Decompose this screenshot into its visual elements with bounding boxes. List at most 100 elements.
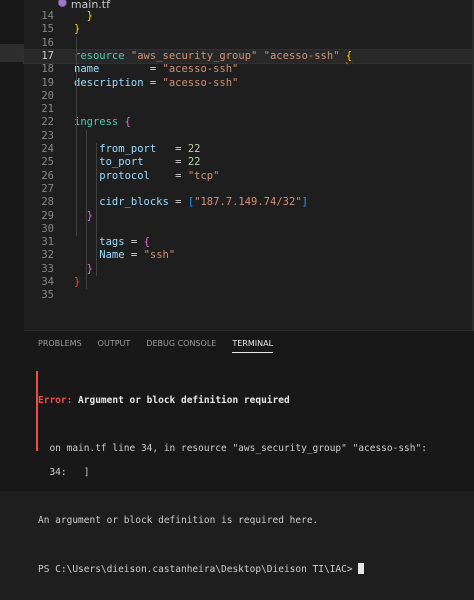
line-number: 25 — [41, 156, 54, 169]
indent-guide — [96, 143, 97, 276]
line-number: 29 — [41, 209, 54, 222]
code-line[interactable]: 17 resource "aws_security_group" "acesso-… — [23, 48, 474, 64]
code-token: = — [175, 196, 188, 209]
code-line[interactable]: 18 name = "acesso-ssh" — [24, 63, 474, 76]
line-number: 31 — [41, 236, 54, 249]
code-token: ] — [301, 196, 308, 209]
code-line[interactable]: 32 Name = "ssh" — [24, 249, 474, 262]
code-token: } — [74, 276, 81, 288]
code-line[interactable]: 24 from_port = 22 — [24, 143, 474, 156]
tab-output[interactable]: OUTPUT — [98, 339, 131, 353]
code-line[interactable]: 31 tags = { — [24, 236, 474, 249]
code-line[interactable]: 16 — [24, 37, 474, 50]
error-source-line: 34: ] — [38, 467, 90, 478]
code-token: = — [175, 143, 188, 155]
line-code: description = "acesso-ssh" — [74, 77, 238, 90]
tab-label: main.tf — [70, 0, 110, 11]
line-number: 26 — [41, 169, 54, 182]
code-token: 22 — [187, 156, 201, 169]
line-number: 16 — [41, 36, 54, 49]
tab-terminal[interactable]: TERMINAL — [232, 339, 274, 353]
panel-tabs: PROBLEMS OUTPUT DEBUG CONSOLE TERMINAL — [38, 339, 274, 353]
code-editor[interactable]: 14 } 15} 16 17 resource "aws_security_group"… — [23, 10, 474, 330]
code-token: "acesso-ssh" — [162, 63, 239, 76]
code-token: = — [130, 236, 144, 249]
line-number: 27 — [41, 182, 54, 195]
line-code: } — [74, 263, 93, 276]
line-code: cidr_blocks = ["187.7.149.74/32"] — [74, 196, 308, 209]
code-token: = — [130, 249, 144, 262]
line-number: 22 — [41, 116, 54, 129]
code-token: Name — [74, 249, 131, 262]
error-detail: An argument or block definition is requi… — [38, 515, 319, 526]
code-token: = — [149, 76, 163, 89]
bottom-panel: PROBLEMS OUTPUT DEBUG CONSOLE TERMINAL Erro… — [24, 331, 474, 575]
code-line[interactable]: 23 — [24, 130, 474, 143]
terminal-output[interactable]: Error: Argument or block definition requ… — [36, 371, 427, 600]
tab-debug-console[interactable]: DEBUG CONSOLE — [146, 339, 216, 353]
code-token: { — [143, 236, 150, 249]
code-line[interactable]: 35 — [24, 289, 474, 302]
error-label: Error: — [38, 395, 73, 406]
code-token: name — [74, 63, 150, 76]
error-marker — [36, 371, 38, 451]
code-token: } — [74, 23, 81, 36]
code-token: } — [74, 10, 93, 22]
code-line[interactable]: 25 to_port = 22 — [24, 156, 474, 169]
code-line[interactable]: 15} — [24, 23, 474, 36]
code-line[interactable]: 28 cidr_blocks = ["187.7.149.74/32"] — [24, 196, 474, 209]
line-code: } — [74, 10, 93, 23]
line-number: 28 — [41, 196, 54, 209]
line-number: 30 — [41, 222, 54, 235]
code-token: ingress — [74, 116, 125, 129]
code-line[interactable]: 30 — [24, 223, 474, 236]
line-number: 17 — [41, 49, 54, 62]
code-token: from_port — [74, 143, 176, 155]
line-number: 24 — [41, 143, 54, 155]
line-number: 33 — [41, 262, 54, 275]
line-number: 21 — [41, 103, 54, 116]
code-line[interactable]: 27 — [24, 183, 474, 196]
code-token: { — [345, 49, 353, 62]
code-line[interactable]: 19 description = "acesso-ssh" — [24, 77, 474, 90]
error-location: on main.tf line 34, in resource "aws_sec… — [38, 443, 427, 454]
line-number: 14 — [41, 10, 54, 22]
code-line[interactable]: 21 — [24, 103, 474, 116]
activity-bar — [0, 0, 24, 491]
code-token: to_port — [74, 156, 176, 169]
code-line[interactable]: 34} — [24, 276, 474, 289]
code-line[interactable]: 29 } — [24, 210, 474, 223]
code-line[interactable]: 26 protocol = "tcp" — [24, 170, 474, 183]
activity-strip — [0, 44, 24, 62]
line-code: } — [74, 23, 80, 36]
line-code: to_port = 22 — [74, 156, 200, 169]
line-code: ingress { — [74, 116, 131, 129]
indent-guide — [86, 129, 87, 290]
tab-problems[interactable]: PROBLEMS — [38, 339, 82, 353]
code-token: "acesso-ssh" — [162, 76, 239, 89]
code-token: description — [74, 76, 150, 89]
line-code: resource "aws_security_group" "acesso-ss… — [74, 50, 352, 63]
line-number: 15 — [41, 23, 54, 36]
code-line[interactable]: 20 — [24, 90, 474, 103]
terminal-prompt-line[interactable]: PS C:\Users\dieison.castanheira\Desktop\… — [38, 563, 427, 576]
code-line[interactable]: 22 ingress { — [24, 116, 474, 129]
code-token: tags — [74, 236, 131, 249]
indent-guide — [76, 36, 77, 237]
code-token: "aws_security_group" "acesso-ssh" — [130, 49, 346, 62]
code-token: cidr_blocks — [74, 196, 176, 209]
line-number: 18 — [41, 63, 54, 76]
code-token: resource — [74, 49, 131, 62]
line-code: Name = "ssh" — [74, 249, 175, 262]
code-line[interactable]: 14 } — [24, 10, 474, 23]
line-number: 32 — [41, 249, 54, 262]
code-token: 22 — [187, 143, 201, 155]
code-token: = — [149, 63, 163, 76]
code-token: } — [74, 262, 93, 275]
line-number: 23 — [41, 129, 54, 142]
code-token: "tcp" — [187, 169, 220, 182]
code-token: { — [124, 116, 131, 129]
code-line[interactable]: 33 } — [24, 263, 474, 276]
line-code: from_port = 22 — [74, 143, 200, 156]
code-token: protocol — [74, 169, 176, 182]
